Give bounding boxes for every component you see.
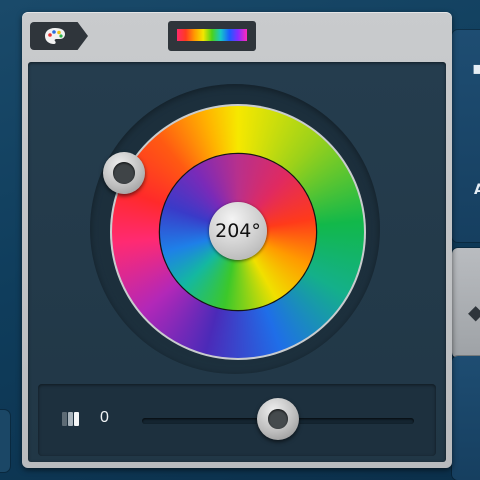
color-picker-window: 204° 0 (22, 12, 452, 468)
hue-handle[interactable] (103, 152, 145, 194)
background-panel (0, 410, 10, 472)
palette-icon (45, 28, 65, 44)
slider-value: 0 (100, 409, 109, 426)
palette-tab[interactable] (30, 22, 88, 50)
hue-handle-center (113, 162, 135, 184)
spectrum-bar-icon (177, 29, 247, 41)
background-folder-icon: ▪ (472, 58, 480, 79)
background-panel (452, 356, 480, 480)
saturation-icon (62, 412, 84, 428)
background-gamepad-icon: ◆ (468, 300, 480, 324)
background-letter-glyph: A (474, 182, 480, 198)
saturation-slider-panel: 0 (38, 384, 436, 456)
hue-picker-panel: 204° 0 (28, 62, 446, 462)
spectrum-tab[interactable] (168, 21, 256, 51)
slider-thumb[interactable] (257, 398, 299, 440)
slider-thumb-center (268, 409, 288, 429)
hue-degree-readout: 204° (209, 202, 267, 260)
